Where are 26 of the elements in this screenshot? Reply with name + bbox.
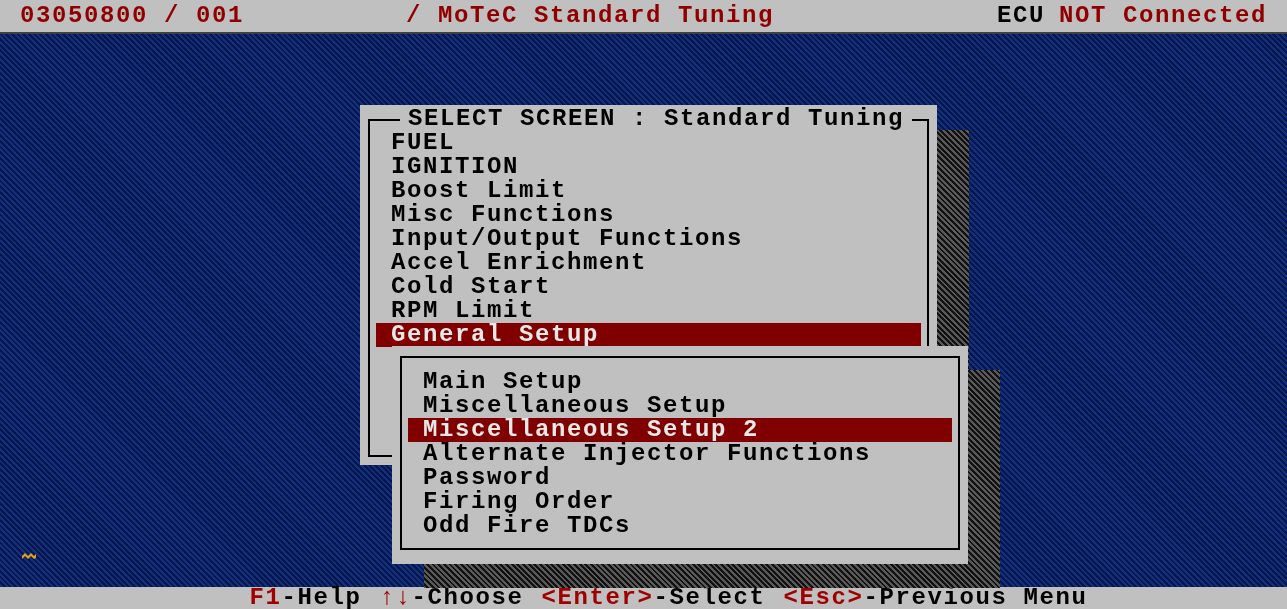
- menu-item[interactable]: Password: [408, 466, 952, 490]
- menu-item[interactable]: Odd Fire TDCs: [408, 514, 952, 538]
- menu-item[interactable]: Main Setup: [408, 370, 952, 394]
- app-title: / MoTeC Standard Tuning: [406, 4, 775, 28]
- menu-item[interactable]: FUEL: [376, 131, 921, 155]
- menu-item[interactable]: Firing Order: [408, 490, 952, 514]
- menu-title: SELECT SCREEN : Standard Tuning: [400, 107, 913, 131]
- menu-item[interactable]: General Setup: [376, 323, 921, 347]
- marker-icon: [22, 553, 36, 559]
- key-hint: <Esc>-Previous Menu: [783, 587, 1088, 609]
- key-hint: ↑↓-Choose: [379, 587, 524, 609]
- menu-item[interactable]: Miscellaneous Setup 2: [408, 418, 952, 442]
- menu-item[interactable]: Boost Limit: [376, 179, 921, 203]
- menu-item[interactable]: Cold Start: [376, 275, 921, 299]
- file-label: 03050800 / 001: [20, 4, 246, 28]
- ecu-status: NOT Connected: [1058, 4, 1267, 28]
- menu-item[interactable]: Miscellaneous Setup: [408, 394, 952, 418]
- menu-item[interactable]: Accel Enrichment: [376, 251, 921, 275]
- menu-item[interactable]: Misc Functions: [376, 203, 921, 227]
- menu-item[interactable]: RPM Limit: [376, 299, 921, 323]
- key-hint: <Enter>-Select: [541, 587, 766, 609]
- menu-item[interactable]: IGNITION: [376, 155, 921, 179]
- ecu-label: ECU: [996, 4, 1045, 28]
- key-hint: F1-Help: [249, 587, 362, 609]
- menu-item[interactable]: Input/Output Functions: [376, 227, 921, 251]
- menu-item[interactable]: Alternate Injector Functions: [408, 442, 952, 466]
